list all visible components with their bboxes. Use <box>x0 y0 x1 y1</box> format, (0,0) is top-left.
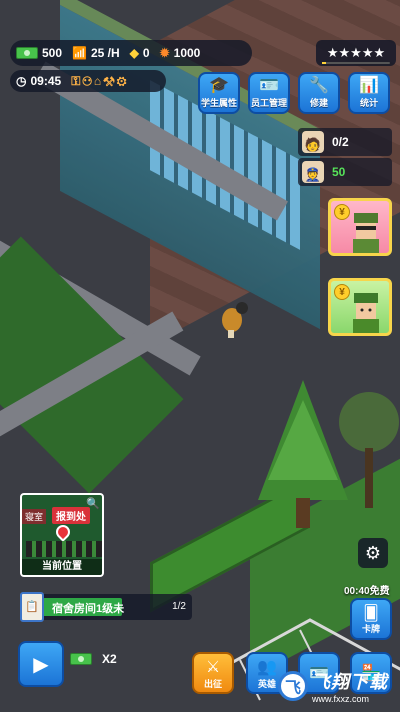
crossed-swords-icon: ⚔ <box>205 658 221 676</box>
build-tile[interactable]: 🔧 修建 <box>298 72 340 114</box>
minimap-tag-registration: 报到处 <box>52 507 90 524</box>
gear-badge-icon: ✹ <box>159 46 170 60</box>
minimap[interactable]: 寝室 报到处 🔍 当前位置 <box>20 493 104 577</box>
tree <box>258 380 348 530</box>
checklist-icon: 📋 <box>20 592 44 622</box>
task-bar[interactable]: 📋 宿舍房间1级未 1/2 <box>20 592 192 622</box>
guard-avatar-icon: 👮 <box>302 161 324 183</box>
heroes-label: 英雄 <box>257 678 276 689</box>
watermark-url: www.fxxz.com <box>312 694 370 704</box>
yen-coin-icon: ¥ <box>334 284 350 300</box>
task-progress-text: 1/2 <box>172 601 186 612</box>
soldier-portrait-icon <box>353 213 379 253</box>
hire-card-sunglasses-soldier[interactable]: ¥ <box>328 198 392 256</box>
gem-value: 0 <box>142 46 150 60</box>
video-play-icon: ▶ <box>33 653 49 676</box>
resource-bar: 500 📶 25 /H ◆ 0 ✹ 1000 <box>10 40 252 66</box>
cash-value: 500 <box>42 46 63 60</box>
card-icon: 🂠 <box>363 604 379 622</box>
student-attributes-tile[interactable]: 🎓 学生属性 <box>198 72 240 114</box>
student-attributes-button[interactable]: 🎓 学生属性 <box>196 72 242 114</box>
task-label: 宿舍房间1级未 <box>52 603 125 615</box>
stars-text: ★★★★★ <box>326 45 386 60</box>
star-progress-bar <box>322 62 390 64</box>
rate-display: 📶 25 /H <box>72 46 120 60</box>
diamond-icon: ◆ <box>129 46 139 60</box>
expedition-label: 出征 <box>203 678 222 689</box>
star-rating[interactable]: ★★★★★ <box>316 40 396 66</box>
people-icon: 👥 <box>257 658 277 676</box>
soldier-portrait-icon <box>353 293 379 333</box>
clock-icon: ◷ <box>16 74 27 88</box>
staff-management-tile[interactable]: 🪪 员工管理 <box>248 72 290 114</box>
video-ad-button[interactable]: ▶ <box>18 641 64 687</box>
settings-gear-icon[interactable]: ⚙ <box>358 538 388 568</box>
trend-up-icon: 📶 <box>72 46 87 60</box>
hire-card-soldier[interactable]: ¥ <box>328 278 392 336</box>
id-badge-icon: 🪪 <box>259 77 279 94</box>
staff-panel[interactable]: 🧑 0/2 👮 50 <box>298 128 392 186</box>
menu-label: 统计 <box>359 98 378 108</box>
graduation-cap-icon: 🎓 <box>209 77 229 94</box>
bar-chart-icon: 📊 <box>359 77 379 94</box>
free-timer: 00:40免费 <box>344 586 390 597</box>
game-time: 09:45 <box>30 74 62 88</box>
cash-display: 500 <box>16 46 62 60</box>
build-button[interactable]: 🔧 修建 <box>296 72 342 114</box>
facility-icons[interactable]: ⚿⚇⌂⚒⚙ <box>71 74 128 89</box>
statistics-tile[interactable]: 📊 统计 <box>348 72 390 114</box>
student-avatar-icon: 🧑 <box>302 131 324 153</box>
guard-count-row[interactable]: 👮 50 <box>298 158 392 186</box>
student-count-row[interactable]: 🧑 0/2 <box>298 128 392 156</box>
time-bar: ◷ 09:45 ⚿⚇⌂⚒⚙ <box>10 70 166 92</box>
guard-count: 50 <box>332 165 346 179</box>
menu-label: 员工管理 <box>250 98 287 108</box>
card-label: 卡牌 <box>361 623 380 634</box>
cash-multiplier[interactable]: X2 <box>70 652 117 666</box>
tree <box>338 388 400 508</box>
points-value: 1000 <box>173 46 201 60</box>
minimap-tag-dorm: 寝室 <box>22 509 47 524</box>
wrench-icon: 🔧 <box>309 77 329 94</box>
cash-icon <box>70 653 92 665</box>
menu-label: 学生属性 <box>200 98 237 108</box>
player-character[interactable] <box>218 298 254 338</box>
gem-display: ◆ 0 <box>130 46 150 60</box>
multiplier-text: X2 <box>102 652 117 666</box>
site-watermark: 飞 飞翔下载 www.fxxz.com <box>278 662 398 710</box>
cash-icon <box>16 47 38 59</box>
watermark-title: 飞翔下载 <box>312 672 388 692</box>
rate-value: 25 /H <box>90 46 120 60</box>
staff-management-button[interactable]: 🪪 员工管理 <box>246 72 292 114</box>
statistics-button[interactable]: 📊 统计 <box>346 72 392 114</box>
magnifier-icon[interactable]: 🔍 <box>86 497 100 511</box>
watermark-logo: 飞 <box>278 671 308 701</box>
minimap-buildings <box>26 541 102 557</box>
points-display: ✹ 1000 <box>160 46 201 60</box>
location-pin-icon <box>53 522 73 542</box>
card-button[interactable]: 🂠 卡牌 <box>350 598 392 640</box>
student-count: 0/2 <box>332 135 349 149</box>
expedition-button[interactable]: ⚔ 出征 <box>192 652 234 694</box>
menu-label: 修建 <box>309 98 328 108</box>
yen-coin-icon: ¥ <box>334 204 350 220</box>
minimap-caption: 当前位置 <box>22 559 102 575</box>
